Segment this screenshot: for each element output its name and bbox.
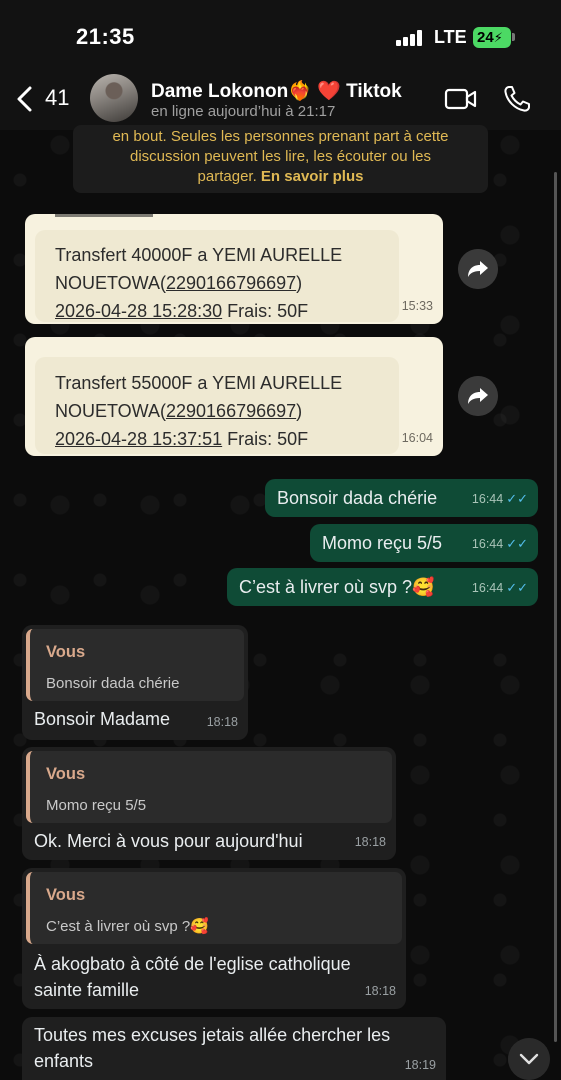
message-time: 18:18 [206,715,238,729]
message-time: 16:44 ✓✓ [471,491,528,506]
notice-line: partager. [197,168,257,185]
notice-line: discussion peuvent les lire, les écouter… [130,148,431,165]
phone-link[interactable]: 2290166796697 [166,401,296,421]
contact-status: en ligne aujourd’hui à 21:17 [151,103,336,120]
quote-author: Vous [46,643,86,661]
incoming-message[interactable]: Toutes mes excuses jetais allée chercher… [22,1017,446,1080]
message-text: enfants [34,1051,94,1071]
message-time: 18:18 [354,835,386,849]
quote-text: Momo reçu 5/5 [46,797,147,814]
phone-call-icon[interactable] [502,84,532,114]
message-text: Toutes mes excuses jetais allée chercher… [34,1025,391,1045]
message-text: sainte famille [34,980,140,1000]
message-text: C’est à livrer où svp ?🥰 [239,577,435,597]
learn-more-link[interactable]: En savoir plus [261,168,364,185]
read-receipt-icon: ✓✓ [506,536,528,551]
message-text: Ok. Merci à vous pour aujourd'hui [34,831,303,851]
status-bar: 21:35 LTE 24⚡ [0,0,561,70]
forward-icon[interactable] [458,376,498,416]
quote-author: Vous [46,765,86,783]
divider [55,214,153,217]
unread-count[interactable]: 41 [45,85,69,111]
transfer-text: Transfert 40000F a YEMI AURELLE NOUETOWA… [55,245,343,321]
network-label: LTE [434,27,467,47]
transfer-text: Transfert 55000F a YEMI AURELLE NOUETOWA… [55,373,343,449]
message-text: À akogbato à côté de l'eglise catholique [34,954,351,974]
outgoing-message[interactable]: Bonsoir dada chérie 16:44 ✓✓ [265,479,538,517]
transfer-message[interactable]: Transfert 40000F a YEMI AURELLE NOUETOWA… [25,214,443,324]
quoted-message[interactable]: Vous Momo reçu 5/5 [26,751,392,823]
read-receipt-icon: ✓✓ [506,580,528,595]
message-text: Momo reçu 5/5 [322,533,443,553]
quoted-message[interactable]: Vous Bonsoir dada chérie [26,629,244,701]
transfer-message[interactable]: Transfert 55000F a YEMI AURELLE NOUETOWA… [25,337,443,456]
encryption-notice: en bout. Seules les personnes prenant pa… [73,125,488,193]
quote-text: C’est à livrer où svp ?🥰 [46,918,209,935]
signal-icon [396,30,422,46]
status-time: 21:35 [76,24,135,49]
video-call-icon[interactable] [444,87,478,111]
outgoing-message[interactable]: Momo reçu 5/5 16:44 ✓✓ [310,524,538,562]
quote-text: Bonsoir dada chérie [46,675,180,692]
message-text: Bonsoir Madame [34,709,171,729]
message-text: Bonsoir dada chérie [277,488,438,508]
battery-tip [512,33,515,41]
outgoing-message[interactable]: C’est à livrer où svp ?🥰 16:44 ✓✓ [227,568,538,606]
message-time: 18:18 [364,984,396,998]
forward-icon[interactable] [458,249,498,289]
quoted-message[interactable]: Vous C’est à livrer où svp ?🥰 [26,872,402,944]
message-time: 16:44 ✓✓ [471,536,528,551]
message-time: 16:44 ✓✓ [471,580,528,595]
scroll-down-icon[interactable] [508,1038,550,1080]
quote-author: Vous [46,886,86,904]
incoming-message[interactable]: Vous Momo reçu 5/5 Ok. Merci à vous pour… [22,747,396,860]
read-receipt-icon: ✓✓ [506,491,528,506]
phone-link[interactable]: 2290166796697 [166,273,296,293]
message-time: 16:04 [401,431,433,445]
notice-line: en bout. Seules les personnes prenant pa… [112,128,449,145]
message-time: 15:33 [401,299,433,313]
back-chevron-icon[interactable] [14,85,36,113]
contact-avatar[interactable] [90,74,138,122]
battery-icon: 24⚡ [473,27,511,48]
contact-name[interactable]: Dame Lokonon❤️‍🔥 ❤️ Tiktok [151,79,402,103]
chat-header: 41 Dame Lokonon❤️‍🔥 ❤️ Tiktok en ligne a… [0,70,561,130]
message-time: 18:19 [404,1058,436,1072]
scrollbar[interactable] [554,172,557,1042]
incoming-message[interactable]: Vous C’est à livrer où svp ?🥰 À akogbato… [22,868,406,1009]
date-link[interactable]: 2026-04-28 15:37:51 [55,429,222,449]
incoming-message[interactable]: Vous Bonsoir dada chérie Bonsoir Madame … [22,625,248,740]
date-link[interactable]: 2026-04-28 15:28:30 [55,301,222,321]
